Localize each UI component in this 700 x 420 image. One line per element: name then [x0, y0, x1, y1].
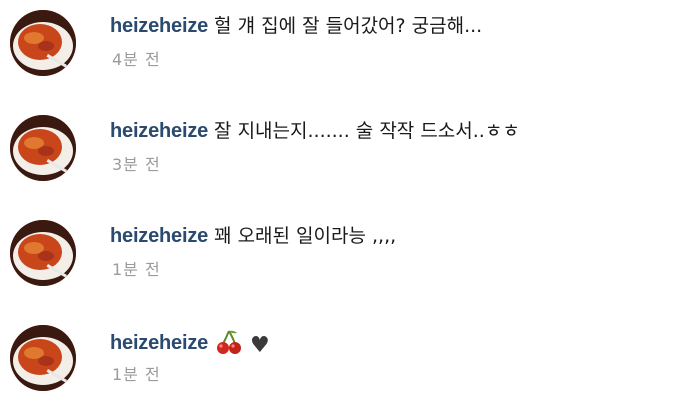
username-link[interactable]: heizeheize	[110, 225, 208, 247]
food-photo-icon	[10, 325, 76, 391]
comment-item: heizeheize ♥ 1분 전	[0, 315, 700, 411]
timestamp: 3분 전	[112, 155, 161, 174]
timestamp: 4분 전	[112, 50, 161, 69]
timestamp: 1분 전	[112, 260, 161, 279]
food-photo-icon	[10, 220, 76, 286]
comment-text: 꽤 오래된 일이라능 ,,,,	[214, 225, 397, 247]
avatar[interactable]	[10, 220, 76, 286]
comment-text: 헐 걔 집에 잘 들어갔어? 궁금해...	[214, 15, 483, 37]
avatar[interactable]	[10, 325, 76, 391]
comment-line: heizeheize 꽤 오래된 일이라능 ,,,,	[110, 224, 396, 248]
comment-line: heizeheize 헐 걔 집에 잘 들어갔어? 궁금해...	[110, 14, 482, 38]
avatar[interactable]	[10, 115, 76, 181]
comment-text: 잘 지내는지....... 술 작작 드소서..ㅎㅎ	[214, 120, 520, 142]
black-heart-icon: ♥	[250, 333, 270, 358]
avatar[interactable]	[10, 10, 76, 76]
comment-item: heizeheize 꽤 오래된 일이라능 ,,,, 1분 전	[0, 210, 700, 306]
cherries-icon	[216, 329, 242, 361]
username-link[interactable]: heizeheize	[110, 120, 208, 142]
comment-item: heizeheize 잘 지내는지....... 술 작작 드소서..ㅎㅎ 3분 …	[0, 105, 700, 201]
food-photo-icon	[10, 10, 76, 76]
comment-line: heizeheize ♥	[110, 329, 270, 361]
food-photo-icon	[10, 115, 76, 181]
username-link[interactable]: heizeheize	[110, 332, 208, 354]
timestamp: 1분 전	[112, 365, 161, 384]
comment-line: heizeheize 잘 지내는지....... 술 작작 드소서..ㅎㅎ	[110, 119, 520, 143]
comment-item: heizeheize 헐 걔 집에 잘 들어갔어? 궁금해... 4분 전	[0, 0, 700, 96]
username-link[interactable]: heizeheize	[110, 15, 208, 37]
